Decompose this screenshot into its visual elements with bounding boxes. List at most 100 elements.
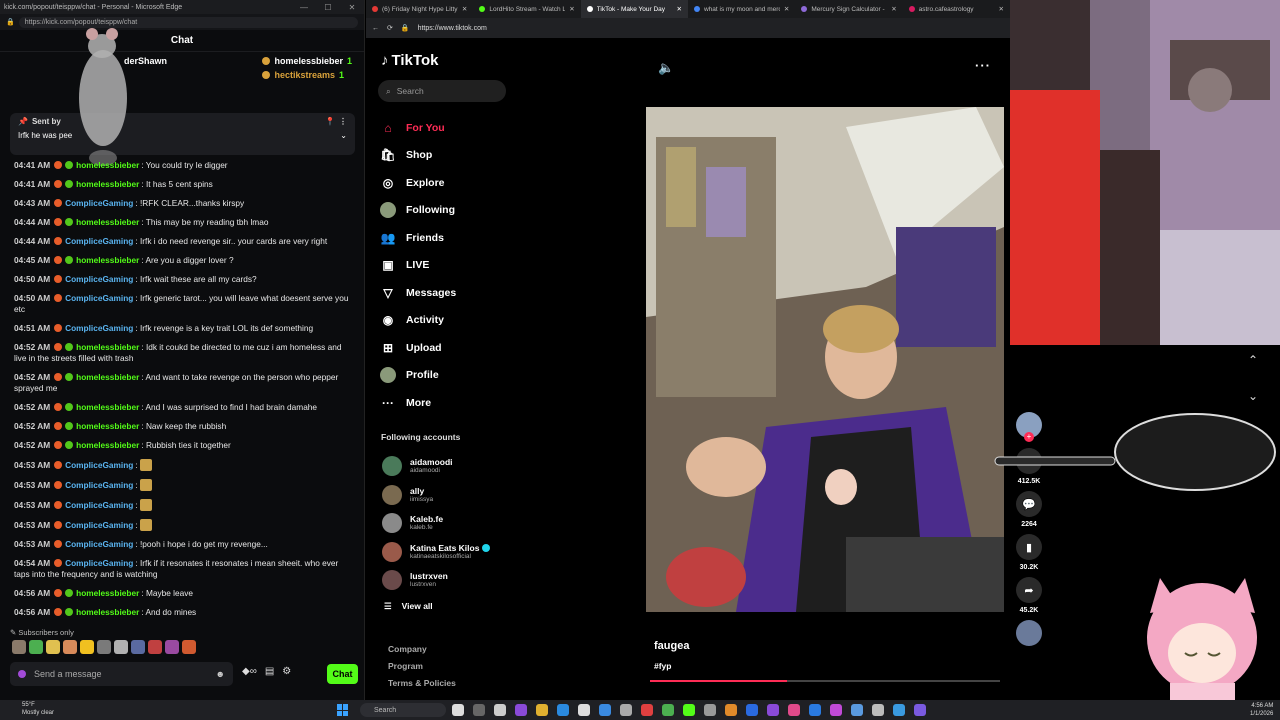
footer-link-program[interactable]: Program xyxy=(388,658,456,675)
taskbar-app-icon[interactable] xyxy=(914,704,926,716)
message-username[interactable]: ComplicеGaming xyxy=(65,293,133,303)
taskbar-app-icon[interactable] xyxy=(620,704,632,716)
taskbar-search[interactable]: Search xyxy=(360,703,446,717)
following-account[interactable]: lustrxven lustrxven xyxy=(382,566,490,595)
pin-icon[interactable]: 📍 xyxy=(325,117,335,126)
message-username[interactable]: homelessbieber xyxy=(76,160,139,170)
browser-tab[interactable]: (6) Friday Night Hype Litty Top ✕ xyxy=(366,0,473,18)
close-tab-icon[interactable]: ✕ xyxy=(891,5,896,13)
sound-disc[interactable] xyxy=(1012,620,1046,646)
message-username[interactable]: homelessbieber xyxy=(76,179,139,189)
message-username[interactable]: ComplicеGaming xyxy=(65,236,133,246)
emote-icon[interactable] xyxy=(97,640,111,654)
message-username[interactable]: homelessbieber xyxy=(76,607,139,617)
store-icon[interactable]: ▤ xyxy=(265,666,274,677)
taskbar-app-icon[interactable] xyxy=(851,704,863,716)
video-player[interactable] xyxy=(646,107,1004,612)
taskbar-app-icon[interactable] xyxy=(704,704,716,716)
nav-item-more[interactable]: ··· More xyxy=(380,389,456,417)
message-username[interactable]: ComplicеGaming xyxy=(65,274,133,284)
gifter-item[interactable]: hectikstreams 1 xyxy=(262,70,352,80)
emote-icon[interactable] xyxy=(131,640,145,654)
maximize-button[interactable]: ☐ xyxy=(316,3,340,12)
footer-link-company[interactable]: Company xyxy=(388,641,456,658)
following-account[interactable]: aidamoodi aidamoodi xyxy=(382,452,490,481)
close-button[interactable]: ✕ xyxy=(340,3,364,12)
emote-icon[interactable] xyxy=(114,640,128,654)
message-username[interactable]: ComplicеGaming xyxy=(65,198,133,208)
message-username[interactable]: homelessbieber xyxy=(76,255,139,265)
emoji-icon[interactable]: ☻ xyxy=(216,669,225,679)
browser-tab[interactable]: TikTok - Make Your Day ✕ xyxy=(580,0,688,18)
weather-widget[interactable]: 55°F Mostly clear xyxy=(22,701,54,717)
taskbar-app-icon[interactable] xyxy=(746,704,758,716)
kicks-icon[interactable]: ◆∞ xyxy=(242,666,257,677)
emote-icon[interactable] xyxy=(182,640,196,654)
message-username[interactable]: ComplicеGaming xyxy=(65,520,133,530)
browser-tab[interactable]: astro.cafeastrology ✕ xyxy=(903,0,1010,18)
nav-item-following[interactable]: ● Following xyxy=(380,197,456,225)
video-hashtag[interactable]: #fyp xyxy=(654,661,671,671)
browser-tab[interactable]: LordHito Stream - Watch Live o✕ xyxy=(473,0,580,18)
taskbar-app-icon[interactable] xyxy=(683,704,695,716)
close-tab-icon[interactable]: ✕ xyxy=(462,5,467,13)
message-username[interactable]: ComplicеGaming xyxy=(65,480,133,490)
send-message-input[interactable]: Send a message ☻ xyxy=(10,662,233,686)
nav-item-friends[interactable]: 👥 Friends xyxy=(380,224,456,252)
more-options-icon[interactable]: ··· xyxy=(975,58,991,73)
share-button[interactable]: ➦ 45.2K xyxy=(1012,577,1046,614)
message-username[interactable]: ComplicеGaming xyxy=(65,539,133,549)
taskbar-app-icon[interactable] xyxy=(557,704,569,716)
message-username[interactable]: homelessbieber xyxy=(76,588,139,598)
video-progress-bar[interactable] xyxy=(650,680,1000,682)
emote-icon[interactable] xyxy=(165,640,179,654)
message-username[interactable]: homelessbieber xyxy=(76,342,139,352)
taskbar-app-icon[interactable] xyxy=(725,704,737,716)
taskbar-app-icon[interactable] xyxy=(662,704,674,716)
message-username[interactable]: ComplicеGaming xyxy=(65,460,133,470)
message-username[interactable]: ComplicеGaming xyxy=(65,323,133,333)
tiktok-logo[interactable]: ♪ TikTok xyxy=(381,52,438,69)
taskbar-app-icon[interactable] xyxy=(452,704,464,716)
taskbar-app-icon[interactable] xyxy=(494,704,506,716)
taskbar-app-icon[interactable] xyxy=(809,704,821,716)
nav-item-for-you[interactable]: ⌂ For You xyxy=(380,114,456,142)
chat-send-button[interactable]: Chat xyxy=(327,664,358,684)
gifter-item[interactable]: homelessbieber 1 xyxy=(262,56,352,66)
message-username[interactable]: ComplicеGaming xyxy=(65,500,133,510)
chevron-up-icon[interactable]: ⌃ xyxy=(1248,342,1258,378)
nav-item-explore[interactable]: ◎ Explore xyxy=(380,169,456,197)
view-all-link[interactable]: ☰ View all xyxy=(384,601,433,612)
pinned-message[interactable]: 📌 Sent by 📍 ⋮ Irfk he was pee ⌄ xyxy=(10,113,355,155)
chevron-down-icon[interactable]: ⌄ xyxy=(1248,378,1258,414)
taskbar-app-icon[interactable] xyxy=(893,704,905,716)
kebab-menu-icon[interactable]: ⋮ xyxy=(339,117,347,126)
nav-item-upload[interactable]: ⊞ Upload xyxy=(380,334,456,362)
message-username[interactable]: homelessbieber xyxy=(76,372,139,382)
footer-link-terms[interactable]: Terms & Policies xyxy=(388,675,456,692)
close-tab-icon[interactable]: ✕ xyxy=(784,5,789,13)
chat-url[interactable]: https://kick.com/popout/teisppw/chat xyxy=(18,16,358,28)
message-username[interactable]: homelessbieber xyxy=(76,402,139,412)
system-clock[interactable]: 4:56 AM 1/1/2026 xyxy=(1250,702,1273,718)
nav-item-messages[interactable]: ▽ Messages xyxy=(380,279,456,307)
video-author[interactable]: faugea xyxy=(654,640,689,652)
emote-icon[interactable] xyxy=(29,640,43,654)
message-username[interactable]: homelessbieber xyxy=(76,440,139,450)
close-tab-icon[interactable]: ✕ xyxy=(999,5,1004,13)
message-username[interactable]: homelessbieber xyxy=(76,421,139,431)
nav-item-live[interactable]: ▣ LIVE xyxy=(380,252,456,280)
taskbar-app-icon[interactable] xyxy=(872,704,884,716)
taskbar-app-icon[interactable] xyxy=(578,704,590,716)
message-username[interactable]: homelessbieber xyxy=(76,217,139,227)
taskbar-app-icon[interactable] xyxy=(641,704,653,716)
windows-start-icon[interactable] xyxy=(337,704,349,716)
address-bar[interactable]: https://www.tiktok.com xyxy=(418,25,1004,32)
taskbar-app-icon[interactable] xyxy=(830,704,842,716)
following-account[interactable]: Katina Eats Kilos katinaeatskilosofficia… xyxy=(382,538,490,567)
refresh-icon[interactable]: ⟳ xyxy=(387,24,393,32)
following-account[interactable]: ally iimissya xyxy=(382,481,490,510)
taskbar-app-icon[interactable] xyxy=(536,704,548,716)
nav-item-activity[interactable]: ◉ Activity xyxy=(380,307,456,335)
volume-icon[interactable]: 🔈 xyxy=(658,60,674,76)
